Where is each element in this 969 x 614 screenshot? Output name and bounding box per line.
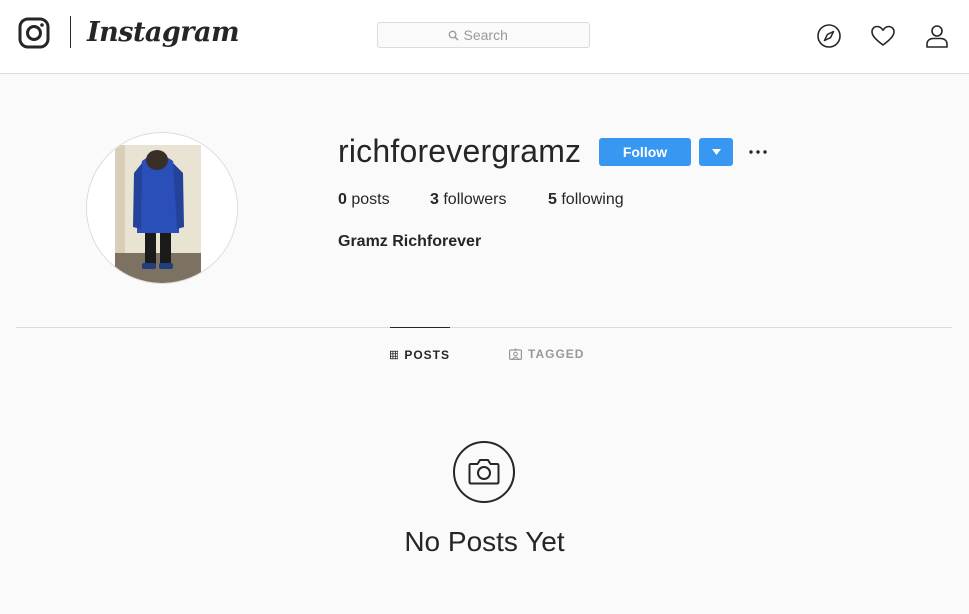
profile-username: richforevergramz	[338, 133, 582, 169]
avatar-photo	[87, 133, 237, 283]
nav-divider	[70, 16, 71, 48]
tab-posts[interactable]: POSTS	[390, 327, 450, 381]
tab-tagged[interactable]: TAGGED	[509, 327, 584, 381]
instagram-wordmark[interactable]: Instagram	[87, 13, 240, 53]
instagram-glyph-icon[interactable]	[18, 17, 50, 49]
compass-icon[interactable]	[816, 23, 842, 49]
caret-down-icon	[711, 149, 721, 155]
profile-full-name: Gramz Richforever	[338, 233, 482, 250]
followers-count-value: 3	[430, 191, 439, 208]
suggestions-dropdown-button[interactable]	[699, 138, 733, 166]
tab-posts-label: POSTS	[404, 347, 450, 362]
posts-count: 0 posts	[338, 190, 390, 210]
follow-button[interactable]: Follow	[599, 138, 691, 166]
posts-count-label: posts	[351, 191, 390, 208]
followers-link[interactable]: 3 followers	[430, 190, 507, 210]
following-link[interactable]: 5 following	[548, 190, 624, 210]
followers-count-label: followers	[443, 191, 507, 208]
empty-state-text: No Posts Yet	[404, 526, 565, 557]
grid-icon	[390, 350, 399, 359]
more-options-button[interactable]	[745, 140, 771, 164]
profile-avatar[interactable]	[86, 132, 238, 284]
heart-icon[interactable]	[870, 23, 896, 49]
ellipsis-icon	[749, 150, 767, 154]
posts-count-value: 0	[338, 191, 347, 208]
top-nav: Instagram	[0, 0, 969, 74]
following-count-value: 5	[548, 191, 557, 208]
camera-icon	[453, 441, 515, 503]
search-icon	[448, 30, 459, 41]
search-input[interactable]	[463, 27, 520, 43]
user-icon[interactable]	[924, 23, 950, 49]
tab-tagged-label: TAGGED	[528, 347, 585, 361]
search-box[interactable]	[377, 22, 590, 48]
tagged-icon	[509, 348, 522, 360]
following-count-label: following	[561, 191, 624, 208]
tabs-divider	[16, 327, 952, 328]
